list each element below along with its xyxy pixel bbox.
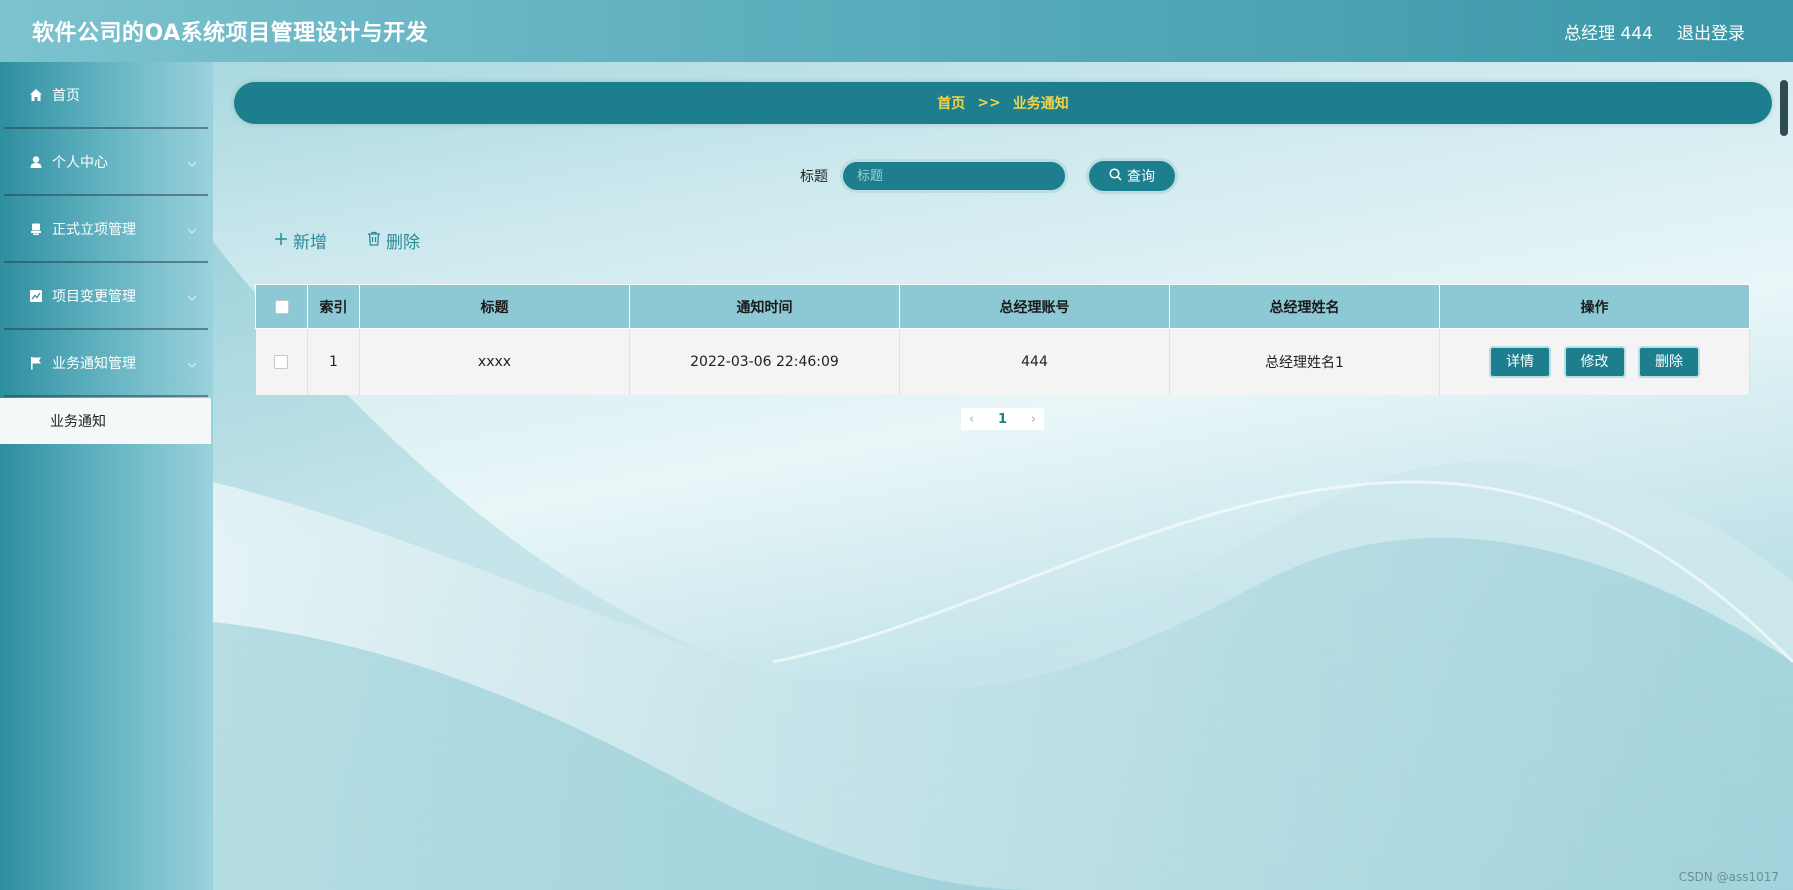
action-bar: 新增 删除 — [274, 228, 460, 253]
batch-delete-button-label: 删除 — [386, 233, 420, 253]
row-checkbox[interactable] — [274, 354, 289, 369]
header-right: 总经理 444 退出登录 — [1564, 19, 1793, 44]
sidebar-item-label: 业务通知管理 — [52, 355, 136, 372]
vertical-scrollbar[interactable] — [1780, 80, 1788, 136]
sidebar-subitem-business-notice[interactable]: 业务通知 — [0, 398, 211, 444]
breadcrumb-home-link[interactable]: 首页 — [937, 93, 965, 113]
table-row: 1 xxxx 2022-03-06 22:46:09 444 总经理姓名1 详情… — [255, 328, 1750, 395]
next-page-button[interactable]: › — [1031, 412, 1036, 427]
column-header: 标题 — [359, 284, 630, 329]
breadcrumb-separator: >> — [977, 95, 1001, 111]
chevron-down-icon — [187, 356, 197, 372]
select-all-cell — [255, 284, 308, 329]
sidebar-item-label: 首页 — [52, 87, 80, 104]
column-header: 索引 — [307, 284, 360, 329]
chevron-down-icon — [187, 222, 197, 238]
row-select-cell — [255, 328, 308, 395]
sidebar: 首页 个人中心 正式立项管理 项目变更管理 业务通知管理 业务通知 — [0, 62, 213, 890]
add-button-label: 新增 — [293, 233, 327, 253]
top-header: 软件公司的OA系统项目管理设计与开发 总经理 444 退出登录 — [0, 0, 1793, 62]
search-label: 标题 — [800, 169, 828, 185]
column-header: 操作 — [1439, 284, 1750, 329]
batch-delete-button[interactable]: 删除 — [367, 228, 420, 253]
sidebar-item-label: 个人中心 — [52, 154, 108, 171]
current-user-label: 总经理 444 — [1564, 23, 1653, 44]
user-icon — [28, 154, 44, 170]
search-button[interactable]: 查询 — [1086, 158, 1178, 194]
row-title: xxxx — [359, 328, 630, 395]
trash-icon — [367, 231, 386, 251]
search-icon — [1109, 167, 1127, 185]
sidebar-item-project-change[interactable]: 项目变更管理 — [0, 263, 213, 328]
search-bar: 标题 查询 — [800, 158, 1178, 194]
chevron-down-icon — [187, 289, 197, 305]
column-header: 总经理账号 — [899, 284, 1170, 329]
delete-button[interactable]: 删除 — [1637, 345, 1700, 378]
row-manager-name: 总经理姓名1 — [1169, 328, 1440, 395]
detail-button[interactable]: 详情 — [1489, 345, 1552, 378]
home-icon — [28, 87, 44, 103]
notice-table: 索引 标题 通知时间 总经理账号 总经理姓名 操作 1 xxxx 2022-03… — [255, 284, 1750, 395]
sidebar-item-project-approval[interactable]: 正式立项管理 — [0, 196, 213, 261]
sidebar-item-label: 正式立项管理 — [52, 221, 136, 238]
search-button-label: 查询 — [1127, 169, 1155, 185]
column-header: 通知时间 — [629, 284, 900, 329]
logout-link[interactable]: 退出登录 — [1677, 19, 1745, 44]
sidebar-item-personal-center[interactable]: 个人中心 — [0, 129, 213, 194]
flag-icon — [28, 355, 44, 371]
column-header: 总经理姓名 — [1169, 284, 1440, 329]
breadcrumb: 首页 >> 业务通知 — [234, 82, 1772, 124]
chevron-down-icon — [187, 155, 197, 171]
row-operations: 详情 修改 删除 — [1439, 328, 1750, 395]
app-title: 软件公司的OA系统项目管理设计与开发 — [32, 21, 429, 46]
plus-icon — [274, 231, 293, 251]
row-manager-account: 444 — [899, 328, 1170, 395]
edit-button[interactable]: 修改 — [1563, 345, 1626, 378]
chart-icon — [28, 288, 44, 304]
breadcrumb-current: 业务通知 — [1012, 96, 1069, 112]
row-index: 1 — [307, 328, 360, 395]
select-all-checkbox[interactable] — [274, 299, 289, 314]
pagination: ‹ 1 › — [961, 408, 1044, 430]
sidebar-item-home[interactable]: 首页 — [0, 62, 213, 127]
current-page-number[interactable]: 1 — [998, 412, 1007, 427]
sidebar-divider — [4, 395, 208, 397]
stamp-icon — [28, 221, 44, 237]
sidebar-item-label: 项目变更管理 — [52, 288, 136, 305]
table-header-row: 索引 标题 通知时间 总经理账号 总经理姓名 操作 — [255, 284, 1750, 329]
search-title-input[interactable] — [840, 159, 1068, 193]
row-notice-time: 2022-03-06 22:46:09 — [629, 328, 900, 395]
sidebar-item-business-notice-mgmt[interactable]: 业务通知管理 — [0, 330, 213, 395]
prev-page-button[interactable]: ‹ — [969, 412, 974, 427]
watermark: CSDN @ass1017 — [1678, 870, 1779, 884]
add-button[interactable]: 新增 — [274, 228, 327, 253]
